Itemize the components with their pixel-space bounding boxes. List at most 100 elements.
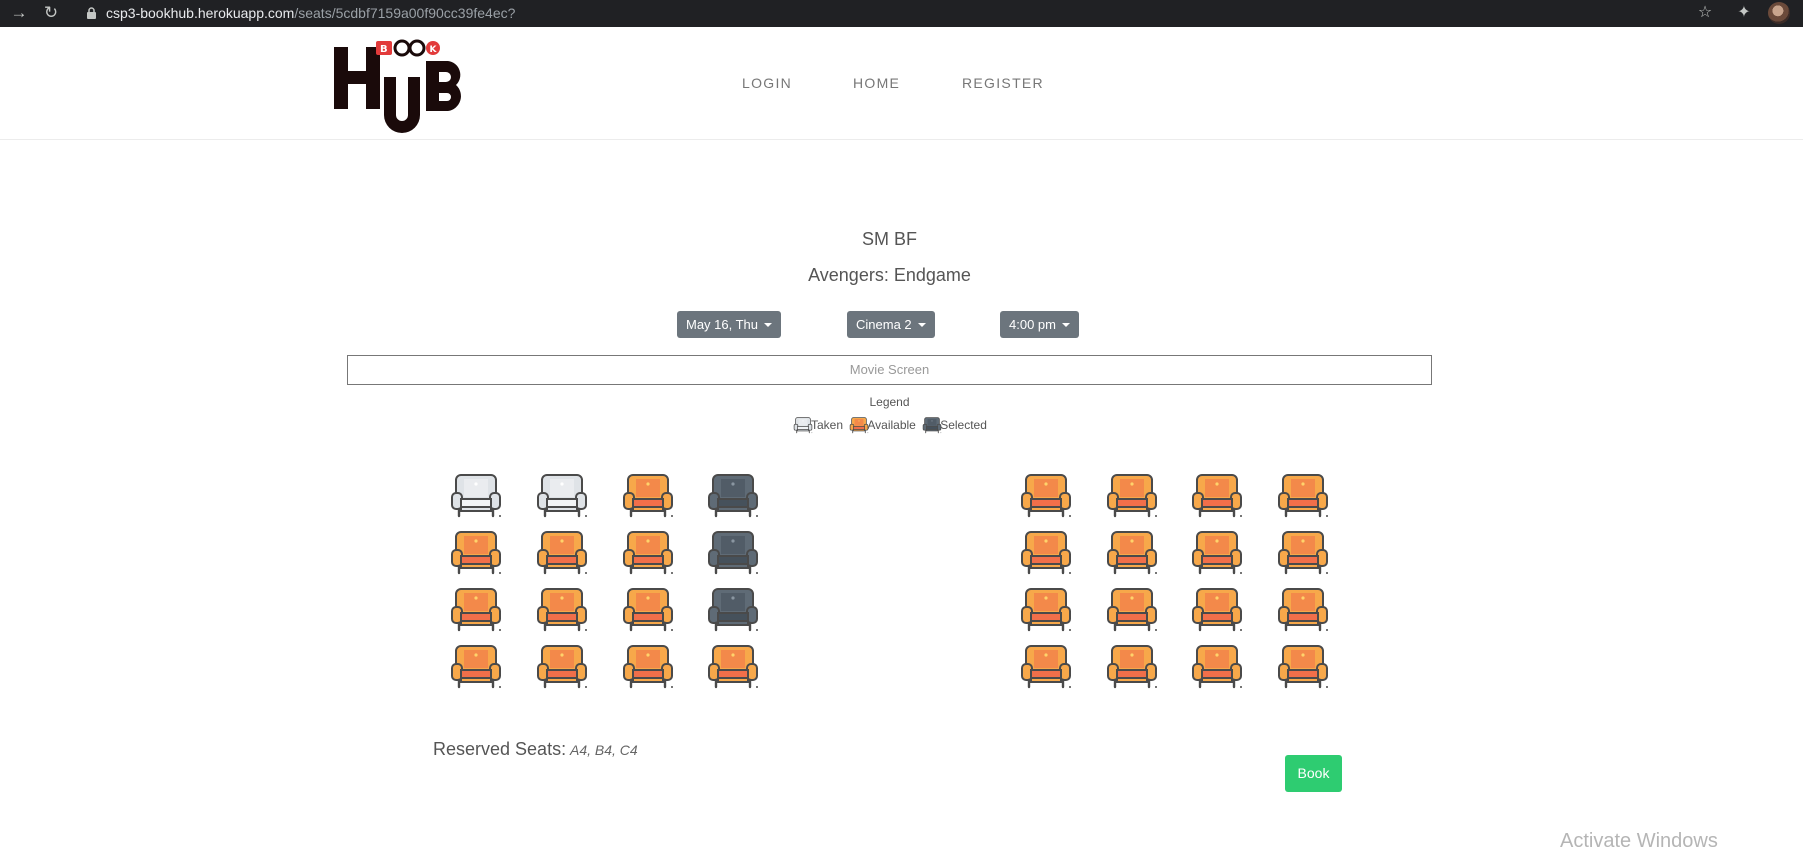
- date-dropdown[interactable]: May 16, Thu: [677, 311, 782, 338]
- seat-icon: [623, 588, 673, 632]
- activate-windows-watermark: Activate Windows: [1560, 830, 1718, 852]
- seat-D7-available[interactable]: [1190, 640, 1244, 692]
- reserved-seats-label: Reserved Seats:: [433, 739, 567, 759]
- caret-down-icon: [764, 323, 773, 327]
- svg-text:B: B: [380, 44, 388, 55]
- seat-C4-selected[interactable]: [706, 583, 760, 635]
- seat-icon: [537, 588, 587, 632]
- seat-icon: [708, 474, 758, 518]
- caret-down-icon: [1061, 323, 1070, 327]
- seat-icon: [451, 474, 501, 518]
- time-dropdown[interactable]: 4:00 pm: [1000, 311, 1079, 338]
- reload-icon[interactable]: ↻: [40, 2, 62, 24]
- seat-icon: [623, 531, 673, 575]
- seat-icon: [623, 474, 673, 518]
- seat-icon: [1107, 588, 1157, 632]
- legend-item-available: Available: [849, 415, 918, 435]
- forward-icon[interactable]: →: [8, 2, 30, 24]
- seat-icon: [708, 645, 758, 689]
- seat-icon: [537, 531, 587, 575]
- seat-B6-available[interactable]: [1105, 526, 1159, 578]
- seat-D8-available[interactable]: [1276, 640, 1330, 692]
- seat-icon: [1278, 531, 1328, 575]
- seat-icon: [708, 588, 758, 632]
- seat-A3-available[interactable]: [621, 469, 675, 521]
- seat-A2-taken: [535, 469, 589, 521]
- seat-A7-available[interactable]: [1190, 469, 1244, 521]
- cinema-hall-dropdown-label: Cinema 2: [856, 317, 912, 332]
- seat-icon: [1192, 474, 1242, 518]
- seat-icon: [1278, 474, 1328, 518]
- browser-toolbar: → ↻ csp3-bookhub.herokuapp.com/seats/5cd…: [0, 0, 1803, 27]
- seat-icon: [1278, 588, 1328, 632]
- legend-item-selected: Selected: [922, 415, 990, 435]
- seat-C5-available[interactable]: [1019, 583, 1073, 635]
- legend-title: Legend: [869, 395, 910, 409]
- legend-taken-label: Taken: [811, 418, 844, 432]
- legend-available-label: Available: [867, 418, 916, 432]
- profile-avatar[interactable]: [1768, 2, 1790, 24]
- seat-B2-available[interactable]: [535, 526, 589, 578]
- date-dropdown-label: May 16, Thu: [686, 317, 759, 332]
- cinema-name: SM BF: [861, 229, 917, 249]
- address-bar[interactable]: csp3-bookhub.herokuapp.com/seats/5cdbf71…: [86, 2, 515, 24]
- caret-down-icon: [917, 323, 926, 327]
- seat-A4-selected[interactable]: [706, 469, 760, 521]
- seat-B8-available[interactable]: [1276, 526, 1330, 578]
- seat-icon: [1021, 474, 1071, 518]
- book-button[interactable]: Book: [1285, 755, 1342, 792]
- seat-icon: [451, 531, 501, 575]
- taken-seat-icon: [793, 417, 813, 434]
- bookhub-logo[interactable]: B K: [332, 35, 484, 137]
- seat-icon: [623, 645, 673, 689]
- seat-B3-available[interactable]: [621, 526, 675, 578]
- seat-icon: [537, 474, 587, 518]
- seat-C6-available[interactable]: [1105, 583, 1159, 635]
- svg-text:K: K: [430, 45, 438, 55]
- seat-icon: [1107, 531, 1157, 575]
- seat-C8-available[interactable]: [1276, 583, 1330, 635]
- seat-A5-available[interactable]: [1019, 469, 1073, 521]
- legend: Taken Available Selected: [793, 415, 990, 435]
- lock-icon: [87, 7, 96, 19]
- movie-title: Avengers: Endgame: [808, 265, 971, 285]
- seat-B5-available[interactable]: [1019, 526, 1073, 578]
- seat-A8-available[interactable]: [1276, 469, 1330, 521]
- seat-icon: [1107, 474, 1157, 518]
- seat-C7-available[interactable]: [1190, 583, 1244, 635]
- seat-icon: [537, 645, 587, 689]
- bookmark-star-icon[interactable]: ☆: [1694, 2, 1716, 24]
- site-header: B K LOGIN HOME REGISTER: [0, 27, 1803, 140]
- seat-C2-available[interactable]: [535, 583, 589, 635]
- seat-A1-taken: [449, 469, 503, 521]
- seat-A6-available[interactable]: [1105, 469, 1159, 521]
- seat-B1-available[interactable]: [449, 526, 503, 578]
- seat-D2-available[interactable]: [535, 640, 589, 692]
- seat-icon: [1107, 645, 1157, 689]
- seat-D6-available[interactable]: [1105, 640, 1159, 692]
- nav-login-link[interactable]: LOGIN: [742, 75, 792, 91]
- seat-D5-available[interactable]: [1019, 640, 1073, 692]
- logo-image: B K: [334, 39, 461, 133]
- seat-B4-selected[interactable]: [706, 526, 760, 578]
- seat-icon: [708, 531, 758, 575]
- seat-icon: [1192, 645, 1242, 689]
- seat-C1-available[interactable]: [449, 583, 503, 635]
- seat-C3-available[interactable]: [621, 583, 675, 635]
- seat-icon: [1021, 645, 1071, 689]
- seat-D3-available[interactable]: [621, 640, 675, 692]
- seat-icon: [1021, 588, 1071, 632]
- extensions-icon[interactable]: ✦: [1733, 2, 1755, 24]
- reserved-seats-value: A4, B4, C4: [570, 742, 638, 758]
- movie-screen: Movie Screen: [347, 355, 1432, 385]
- cinema-hall-dropdown[interactable]: Cinema 2: [847, 311, 935, 338]
- seat-icon: [1278, 645, 1328, 689]
- legend-selected-label: Selected: [940, 418, 987, 432]
- seat-D4-available[interactable]: [706, 640, 760, 692]
- nav-home-link[interactable]: HOME: [853, 75, 900, 91]
- seat-B7-available[interactable]: [1190, 526, 1244, 578]
- nav-register-link[interactable]: REGISTER: [962, 75, 1044, 91]
- seat-D1-available[interactable]: [449, 640, 503, 692]
- legend-item-taken: Taken: [793, 415, 846, 435]
- seat-icon: [1021, 531, 1071, 575]
